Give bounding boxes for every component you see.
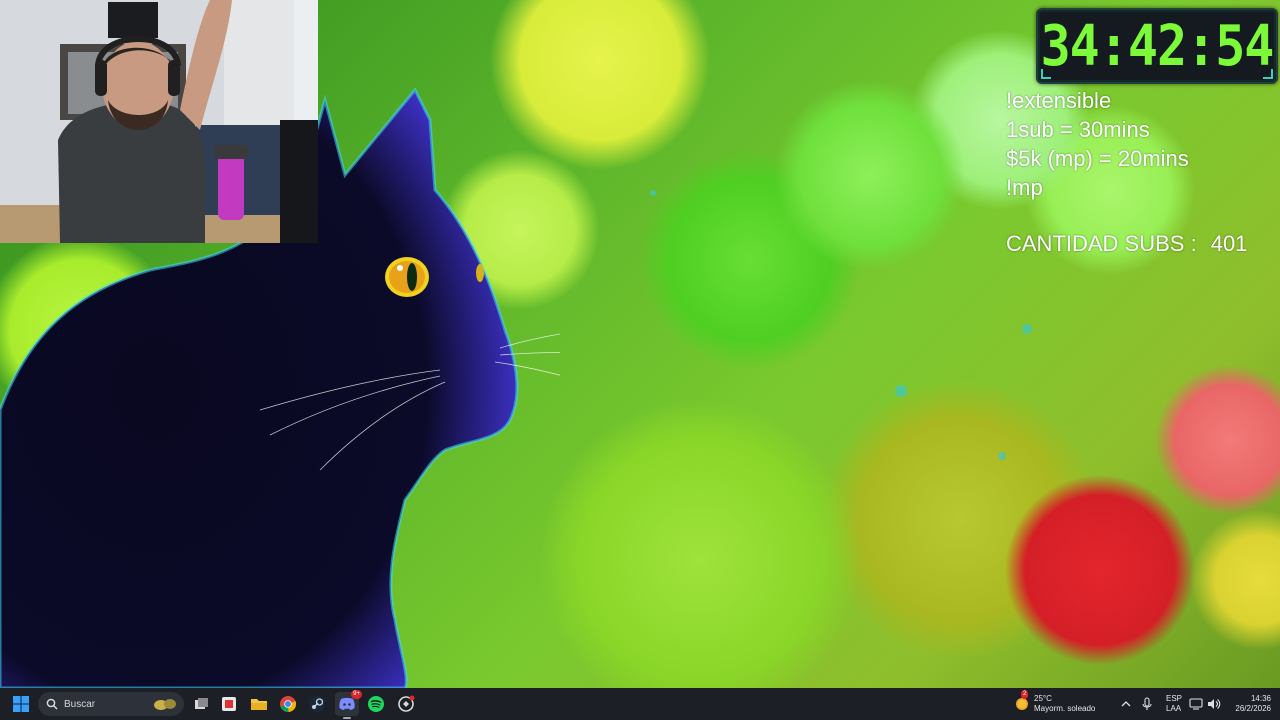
clock-time: 14:36 xyxy=(1250,694,1271,703)
bokeh-dot xyxy=(895,385,907,397)
network-icon xyxy=(1189,698,1203,710)
task-view-button[interactable] xyxy=(189,692,213,716)
taskbar: Buscar 9+ 2 25°C Mayorm. soleado ESP LAA… xyxy=(0,688,1280,720)
timer-corner-decoration xyxy=(1263,69,1273,79)
spotify-icon xyxy=(368,696,384,712)
microphone-icon xyxy=(1142,697,1152,710)
input-language-button[interactable]: ESP LAA xyxy=(1166,694,1183,714)
subs-counter: CANTIDAD SUBS : 401 xyxy=(1006,231,1247,257)
overlay-line: !extensible xyxy=(1006,88,1112,113)
bokeh-dot xyxy=(998,452,1006,460)
webcam-feed xyxy=(0,0,318,243)
search-input[interactable]: Buscar xyxy=(38,692,184,716)
task-view-icon xyxy=(195,698,208,709)
subs-label: CANTIDAD SUBS : xyxy=(1006,231,1197,256)
weather-widget-button[interactable]: 2 xyxy=(1013,690,1033,716)
taskbar-app-button[interactable] xyxy=(394,692,418,716)
weather-text[interactable]: 25°C Mayorm. soleado xyxy=(1034,694,1095,714)
search-icon xyxy=(46,698,58,710)
weather-temperature: 25°C xyxy=(1034,694,1052,703)
chrome-button[interactable] xyxy=(276,692,300,716)
microphone-button[interactable] xyxy=(1135,692,1159,716)
language-layout: LAA xyxy=(1166,704,1182,713)
steam-icon xyxy=(309,696,325,712)
taskbar-app-button[interactable] xyxy=(217,692,241,716)
search-highlight-icon xyxy=(152,696,178,712)
timer-value: 34:42:54 xyxy=(1040,13,1275,79)
app-icon xyxy=(222,697,236,711)
weather-badge: 2 xyxy=(1021,690,1029,699)
stream-info-text: !extensible 1sub = 30mins $5k (mp) = 20m… xyxy=(1006,86,1189,202)
clock-button[interactable]: 14:36 26/2/2026 xyxy=(1229,694,1271,714)
overlay-line: $5k (mp) = 20mins xyxy=(1006,146,1189,171)
chrome-icon xyxy=(280,696,297,713)
app-icon xyxy=(398,695,415,712)
overlay-line: 1sub = 30mins xyxy=(1006,117,1150,142)
bokeh-dot xyxy=(1022,324,1032,334)
start-icon xyxy=(13,696,29,712)
weather-description: Mayorm. soleado xyxy=(1034,704,1096,713)
active-app-indicator xyxy=(343,717,351,719)
steam-button[interactable] xyxy=(305,692,329,716)
timer-corner-decoration xyxy=(1041,69,1051,79)
language-code: ESP xyxy=(1166,694,1183,703)
search-placeholder: Buscar xyxy=(64,698,96,710)
discord-button[interactable]: 9+ xyxy=(335,690,362,719)
quick-settings-button[interactable] xyxy=(1186,692,1224,716)
spotify-button[interactable] xyxy=(364,692,388,716)
subathon-timer: 34:42:54 xyxy=(1036,8,1278,84)
file-explorer-icon xyxy=(251,699,267,710)
discord-notification-badge: 9+ xyxy=(351,690,362,699)
bokeh-dot xyxy=(650,190,656,196)
chevron-up-icon xyxy=(1121,701,1131,707)
subs-count: 401 xyxy=(1210,231,1248,256)
file-explorer-button[interactable] xyxy=(247,692,271,716)
clock-date: 26/2/2026 xyxy=(1235,704,1271,713)
overlay-line: !mp xyxy=(1006,175,1043,200)
start-button[interactable] xyxy=(9,692,33,716)
volume-icon xyxy=(1208,699,1221,709)
